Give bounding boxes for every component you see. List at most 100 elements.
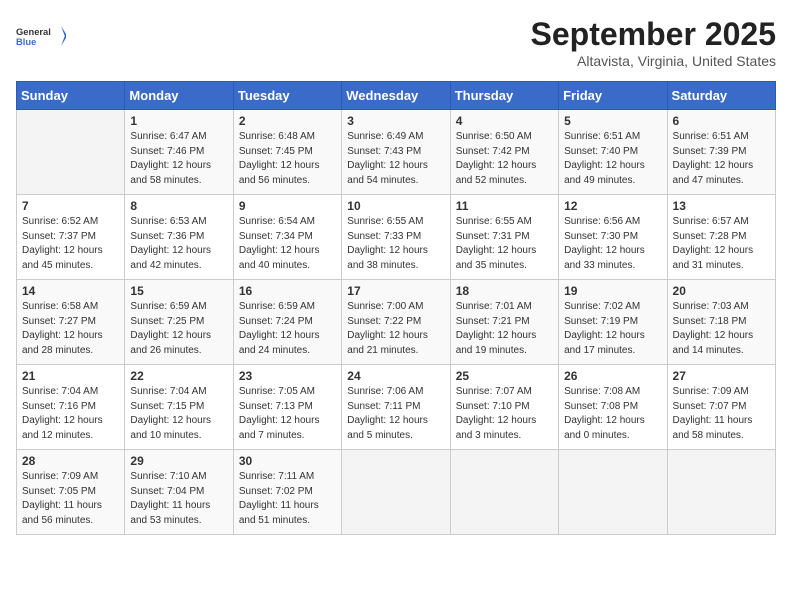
day-info: Sunrise: 7:04 AM Sunset: 7:15 PM Dayligh… — [130, 385, 227, 443]
day-number: 16 — [239, 284, 336, 298]
calendar-cell: 10Sunrise: 6:55 AM Sunset: 7:33 PM Dayli… — [342, 195, 450, 280]
calendar-cell: 16 Sunrise: 6:59 AM Sunset: 7:24 PM Dayli… — [233, 280, 341, 365]
day-number: 30 — [239, 454, 336, 468]
calendar-cell: 11 Sunrise: 6:55 AM Sunset: 7:31 PM Dayli… — [450, 195, 558, 280]
calendar-cell — [450, 450, 558, 535]
calendar-cell: 30 Sunrise: 7:11 AM Sunset: 7:02 PM Dayli… — [233, 450, 341, 535]
svg-text:Blue: Blue — [16, 37, 36, 47]
day-number: 11 — [456, 199, 553, 213]
calendar-cell: 21 Sunrise: 7:04 AM Sunset: 7:16 PM Dayli… — [17, 365, 125, 450]
calendar-cell: 7Sunrise: 6:52 AM Sunset: 7:37 PM Daylig… — [17, 195, 125, 280]
day-number: 15 — [130, 284, 227, 298]
day-number: 19 — [564, 284, 661, 298]
day-info: Sunrise: 6:49 AM Sunset: 7:43 PM Dayligh… — [347, 130, 444, 188]
day-number: 1 — [130, 114, 227, 128]
day-number: 13 — [673, 199, 770, 213]
day-number: 27 — [673, 369, 770, 383]
day-info: Sunrise: 7:04 AM Sunset: 7:16 PM Dayligh… — [22, 385, 119, 443]
calendar-cell — [342, 450, 450, 535]
svg-text:General: General — [16, 27, 51, 37]
day-info: Sunrise: 6:56 AM Sunset: 7:30 PM Dayligh… — [564, 215, 661, 273]
day-info: Sunrise: 7:01 AM Sunset: 7:21 PM Dayligh… — [456, 300, 553, 358]
day-number: 25 — [456, 369, 553, 383]
day-info: Sunrise: 6:50 AM Sunset: 7:42 PM Dayligh… — [456, 130, 553, 188]
calendar-cell: 5Sunrise: 6:51 AM Sunset: 7:40 PM Daylig… — [559, 110, 667, 195]
day-number: 20 — [673, 284, 770, 298]
day-header: Sunday — [17, 82, 125, 110]
calendar-cell: 1 Sunrise: 6:47 AM Sunset: 7:46 PM Daylig… — [125, 110, 233, 195]
day-info: Sunrise: 6:59 AM Sunset: 7:24 PM Dayligh… — [239, 300, 336, 358]
day-info: Sunrise: 7:08 AM Sunset: 7:08 PM Dayligh… — [564, 385, 661, 443]
day-number: 12 — [564, 199, 661, 213]
day-info: Sunrise: 7:06 AM Sunset: 7:11 PM Dayligh… — [347, 385, 444, 443]
day-info: Sunrise: 7:07 AM Sunset: 7:10 PM Dayligh… — [456, 385, 553, 443]
day-number: 8 — [130, 199, 227, 213]
calendar-cell: 2 Sunrise: 6:48 AM Sunset: 7:45 PM Daylig… — [233, 110, 341, 195]
logo-icon: General Blue — [16, 16, 66, 56]
day-header: Wednesday — [342, 82, 450, 110]
calendar-cell: 27 Sunrise: 7:09 AM Sunset: 7:07 PM Dayli… — [667, 365, 775, 450]
day-number: 4 — [456, 114, 553, 128]
month-title: September 2025 — [531, 16, 776, 53]
calendar-cell: 28Sunrise: 7:09 AM Sunset: 7:05 PM Dayli… — [17, 450, 125, 535]
day-info: Sunrise: 6:53 AM Sunset: 7:36 PM Dayligh… — [130, 215, 227, 273]
day-info: Sunrise: 6:51 AM Sunset: 7:39 PM Dayligh… — [673, 130, 770, 188]
day-header: Friday — [559, 82, 667, 110]
day-info: Sunrise: 6:51 AM Sunset: 7:40 PM Dayligh… — [564, 130, 661, 188]
day-info: Sunrise: 6:58 AM Sunset: 7:27 PM Dayligh… — [22, 300, 119, 358]
title-block: September 2025 Altavista, Virginia, Unit… — [531, 16, 776, 69]
calendar-cell: 25 Sunrise: 7:07 AM Sunset: 7:10 PM Dayli… — [450, 365, 558, 450]
day-header: Monday — [125, 82, 233, 110]
day-number: 21 — [22, 369, 119, 383]
calendar-cell: 6 Sunrise: 6:51 AM Sunset: 7:39 PM Daylig… — [667, 110, 775, 195]
day-info: Sunrise: 6:59 AM Sunset: 7:25 PM Dayligh… — [130, 300, 227, 358]
day-number: 26 — [564, 369, 661, 383]
calendar-header: SundayMondayTuesdayWednesdayThursdayFrid… — [17, 82, 776, 110]
calendar-cell: 17Sunrise: 7:00 AM Sunset: 7:22 PM Dayli… — [342, 280, 450, 365]
calendar-cell: 4 Sunrise: 6:50 AM Sunset: 7:42 PM Daylig… — [450, 110, 558, 195]
calendar-table: SundayMondayTuesdayWednesdayThursdayFrid… — [16, 81, 776, 535]
day-number: 14 — [22, 284, 119, 298]
day-number: 29 — [130, 454, 227, 468]
page-header: General Blue September 2025 Altavista, V… — [16, 16, 776, 69]
calendar-cell: 14 Sunrise: 6:58 AM Sunset: 7:27 PM Dayli… — [17, 280, 125, 365]
day-number: 10 — [347, 199, 444, 213]
calendar-cell: 3 Sunrise: 6:49 AM Sunset: 7:43 PM Daylig… — [342, 110, 450, 195]
day-number: 2 — [239, 114, 336, 128]
day-info: Sunrise: 7:00 AM Sunset: 7:22 PM Dayligh… — [347, 300, 444, 358]
calendar-cell: 22 Sunrise: 7:04 AM Sunset: 7:15 PM Dayli… — [125, 365, 233, 450]
calendar-cell — [17, 110, 125, 195]
day-number: 23 — [239, 369, 336, 383]
day-info: Sunrise: 7:02 AM Sunset: 7:19 PM Dayligh… — [564, 300, 661, 358]
day-number: 9 — [239, 199, 336, 213]
day-info: Sunrise: 6:55 AM Sunset: 7:31 PM Dayligh… — [456, 215, 553, 273]
calendar-cell: 20 Sunrise: 7:03 AM Sunset: 7:18 PM Dayli… — [667, 280, 775, 365]
calendar-cell: 13 Sunrise: 6:57 AM Sunset: 7:28 PM Dayli… — [667, 195, 775, 280]
day-header: Tuesday — [233, 82, 341, 110]
day-info: Sunrise: 6:47 AM Sunset: 7:46 PM Dayligh… — [130, 130, 227, 188]
location: Altavista, Virginia, United States — [531, 53, 776, 69]
calendar-cell: 19 Sunrise: 7:02 AM Sunset: 7:19 PM Dayli… — [559, 280, 667, 365]
day-header: Thursday — [450, 82, 558, 110]
calendar-body: 1 Sunrise: 6:47 AM Sunset: 7:46 PM Daylig… — [17, 110, 776, 535]
calendar-cell: 15 Sunrise: 6:59 AM Sunset: 7:25 PM Dayli… — [125, 280, 233, 365]
day-info: Sunrise: 6:52 AM Sunset: 7:37 PM Dayligh… — [22, 215, 119, 273]
day-info: Sunrise: 7:10 AM Sunset: 7:04 PM Dayligh… — [130, 470, 227, 528]
calendar-cell: 8 Sunrise: 6:53 AM Sunset: 7:36 PM Daylig… — [125, 195, 233, 280]
calendar-cell — [667, 450, 775, 535]
day-number: 6 — [673, 114, 770, 128]
day-header: Saturday — [667, 82, 775, 110]
day-info: Sunrise: 7:11 AM Sunset: 7:02 PM Dayligh… — [239, 470, 336, 528]
calendar-cell: 26 Sunrise: 7:08 AM Sunset: 7:08 PM Dayli… — [559, 365, 667, 450]
calendar-cell: 24Sunrise: 7:06 AM Sunset: 7:11 PM Dayli… — [342, 365, 450, 450]
day-info: Sunrise: 7:05 AM Sunset: 7:13 PM Dayligh… — [239, 385, 336, 443]
day-info: Sunrise: 7:03 AM Sunset: 7:18 PM Dayligh… — [673, 300, 770, 358]
day-info: Sunrise: 7:09 AM Sunset: 7:07 PM Dayligh… — [673, 385, 770, 443]
day-number: 3 — [347, 114, 444, 128]
calendar-cell: 29 Sunrise: 7:10 AM Sunset: 7:04 PM Dayli… — [125, 450, 233, 535]
calendar-cell: 18Sunrise: 7:01 AM Sunset: 7:21 PM Dayli… — [450, 280, 558, 365]
calendar-cell: 9Sunrise: 6:54 AM Sunset: 7:34 PM Daylig… — [233, 195, 341, 280]
day-info: Sunrise: 6:48 AM Sunset: 7:45 PM Dayligh… — [239, 130, 336, 188]
day-info: Sunrise: 6:57 AM Sunset: 7:28 PM Dayligh… — [673, 215, 770, 273]
day-number: 22 — [130, 369, 227, 383]
